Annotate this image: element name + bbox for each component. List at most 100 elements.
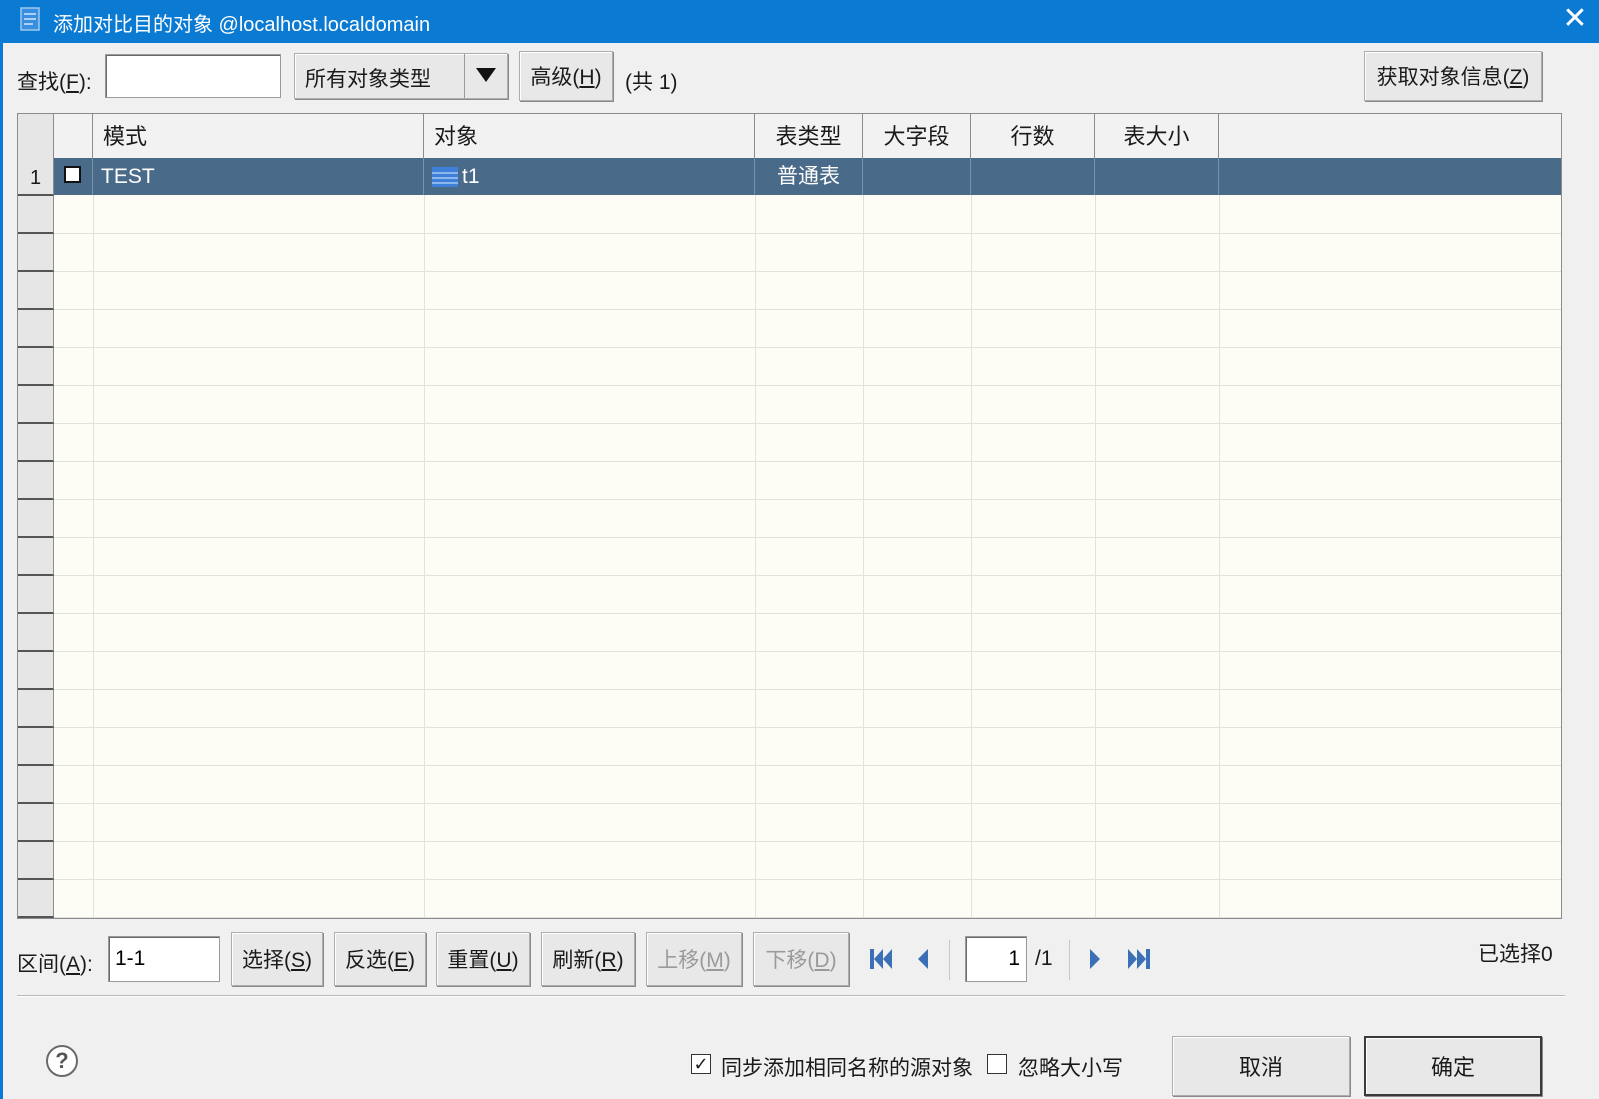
grid-line [93, 158, 94, 918]
row-number[interactable] [18, 538, 54, 576]
refresh-button[interactable]: 刷新(R) [541, 932, 635, 986]
invert-selection-button[interactable]: 反选(E) [334, 932, 426, 986]
document-icon [20, 7, 40, 31]
column-header-row-count[interactable]: 行数 [971, 114, 1095, 158]
row-number[interactable] [18, 272, 54, 310]
move-down-button[interactable]: 下移(D) [753, 932, 849, 986]
close-icon[interactable]: ✕ [1560, 4, 1590, 34]
column-header-lob[interactable]: 大字段 [863, 114, 971, 158]
ignore-case-label: 忽略大小写 [1018, 1057, 1123, 1080]
row-number[interactable]: 1 [18, 158, 54, 196]
table-row[interactable]: TEST t1 普通表 [54, 158, 1561, 195]
row-number[interactable] [18, 728, 54, 766]
row-number[interactable] [18, 842, 54, 880]
grid-line [1219, 158, 1220, 918]
row-number[interactable] [18, 462, 54, 500]
column-header-check[interactable] [54, 114, 93, 158]
range-input[interactable] [108, 936, 220, 982]
window-edge [0, 43, 3, 1099]
cell-lob [863, 158, 971, 195]
select-button[interactable]: 选择(S) [231, 932, 323, 986]
search-input[interactable] [105, 54, 281, 98]
move-up-button[interactable]: 上移(M) [646, 932, 742, 986]
object-type-select-value: 所有对象类型 [305, 68, 431, 91]
column-header-table-size[interactable]: 表大小 [1095, 114, 1219, 158]
cell-schema: TEST [93, 158, 424, 195]
grid-line [54, 803, 1561, 804]
sync-add-checkbox[interactable]: ✓ [691, 1054, 711, 1074]
grid-line [54, 347, 1561, 348]
next-page-icon[interactable] [1087, 948, 1103, 970]
help-icon[interactable]: ? [46, 1045, 78, 1077]
row-number[interactable] [18, 576, 54, 614]
cancel-button[interactable]: 取消 [1172, 1036, 1350, 1096]
column-header-table-type[interactable]: 表类型 [755, 114, 863, 158]
row-number[interactable] [18, 614, 54, 652]
prev-page-icon[interactable] [915, 948, 931, 970]
grid-line [54, 309, 1561, 310]
row-number[interactable] [18, 386, 54, 424]
cell-table-size [1095, 158, 1219, 195]
row-number[interactable] [18, 424, 54, 462]
result-count: (共 1) [625, 71, 678, 94]
grid-line [54, 613, 1561, 614]
corner-cell [18, 114, 54, 158]
column-header-schema[interactable]: 模式 [93, 114, 424, 158]
cell-object: t1 [424, 158, 755, 195]
row-number[interactable] [18, 500, 54, 538]
object-name: t1 [462, 165, 480, 188]
ok-button[interactable]: 确定 [1364, 1036, 1542, 1096]
cell-table-type: 普通表 [755, 158, 863, 195]
window-title: 添加对比目的对象 @localhost.localdomain [53, 14, 431, 36]
row-checkbox[interactable] [64, 166, 81, 183]
row-number[interactable] [18, 804, 54, 842]
row-number[interactable] [18, 234, 54, 272]
sync-add-label: 同步添加相同名称的源对象 [721, 1057, 973, 1080]
object-table[interactable]: 模式 对象 表类型 大字段 行数 表大小 1 TEST t1 普通表 [17, 113, 1562, 919]
fetch-object-info-button[interactable]: 获取对象信息(Z) [1364, 51, 1542, 101]
grid-line [54, 499, 1561, 500]
table-icon [432, 167, 458, 187]
row-number[interactable] [18, 348, 54, 386]
row-number[interactable] [18, 690, 54, 728]
search-label: 查找(F): [17, 71, 92, 94]
dropdown-button[interactable] [464, 54, 507, 98]
object-type-select[interactable]: 所有对象类型 [294, 53, 508, 99]
chevron-down-icon [476, 68, 496, 82]
row-number[interactable] [18, 196, 54, 234]
grid-line [54, 233, 1561, 234]
cell-row-count [971, 158, 1095, 195]
grid-line [755, 158, 756, 918]
page-number-input[interactable] [965, 936, 1027, 982]
grid-line [54, 727, 1561, 728]
row-check-cell[interactable] [54, 158, 93, 195]
grid-line [54, 575, 1561, 576]
row-number[interactable] [18, 652, 54, 690]
grid-line [54, 689, 1561, 690]
row-number[interactable] [18, 766, 54, 804]
table-header: 模式 对象 表类型 大字段 行数 表大小 [18, 114, 1561, 159]
last-page-icon[interactable] [1127, 948, 1151, 970]
grid-line [54, 651, 1561, 652]
grid-line [54, 271, 1561, 272]
ignore-case-checkbox[interactable] [987, 1054, 1007, 1074]
grid-line [863, 158, 864, 918]
grid-line [54, 841, 1561, 842]
row-number[interactable] [18, 310, 54, 348]
grid-line [54, 423, 1561, 424]
nav-divider [1069, 940, 1070, 980]
title-bar: 添加对比目的对象 @localhost.localdomain ✕ [0, 0, 1599, 43]
row-number[interactable] [18, 880, 54, 918]
grid-line [54, 385, 1561, 386]
nav-divider [949, 940, 950, 980]
reset-button[interactable]: 重置(U) [436, 932, 530, 986]
advanced-button[interactable]: 高级(H) [519, 51, 613, 101]
first-page-icon[interactable] [869, 948, 893, 970]
column-header-object[interactable]: 对象 [424, 114, 755, 158]
range-label: 区间(A): [17, 953, 93, 976]
grid-line [54, 879, 1561, 880]
grid-line [971, 158, 972, 918]
selected-count: 已选择0 [1478, 943, 1553, 966]
footer-separator [17, 995, 1565, 997]
grid-line [54, 765, 1561, 766]
